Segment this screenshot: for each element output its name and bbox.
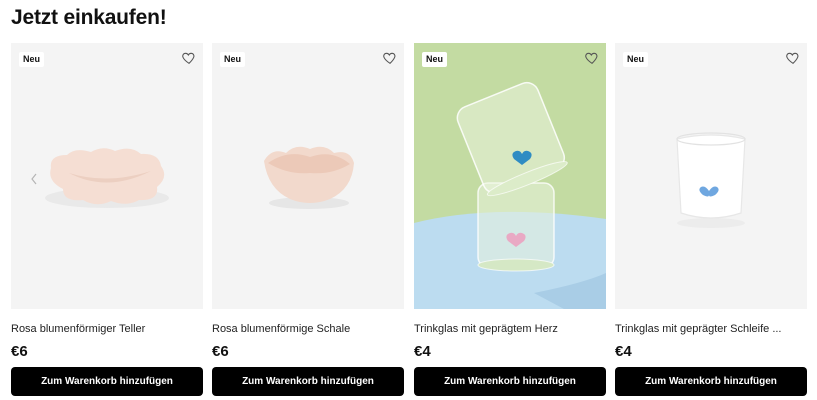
product-price: €4 <box>414 343 431 360</box>
heart-outline-icon[interactable] <box>181 50 197 66</box>
add-to-cart-button[interactable]: Zum Warenkorb hinzufügen <box>11 367 203 396</box>
heart-outline-icon[interactable] <box>785 50 801 66</box>
new-badge: Neu <box>422 52 448 67</box>
product-card-bowl: Neu Rosa blumenförmige Schale €6 Zum War… <box>212 43 404 398</box>
product-price: €4 <box>615 343 632 360</box>
heart-glass-illustration <box>414 81 606 309</box>
add-to-cart-button[interactable]: Zum Warenkorb hinzufügen <box>212 367 404 396</box>
product-name[interactable]: Trinkglas mit geprägter Schleife ... <box>615 323 807 335</box>
new-badge: Neu <box>623 52 649 67</box>
product-name[interactable]: Rosa blumenförmige Schale <box>212 323 404 335</box>
product-card-bow-glass: Neu Trinkglas mit geprägter Schleife ...… <box>615 43 807 398</box>
chevron-left-icon[interactable] <box>29 172 39 186</box>
product-image-plate[interactable]: Neu <box>11 43 203 309</box>
product-card-plate: Neu Rosa blumenförmiger Teller €6 Zum Wa… <box>11 43 203 398</box>
product-price: €6 <box>11 343 28 360</box>
add-to-cart-button[interactable]: Zum Warenkorb hinzufügen <box>615 367 807 396</box>
product-image-heart-glass[interactable]: Neu <box>414 43 606 309</box>
add-to-cart-button[interactable]: Zum Warenkorb hinzufügen <box>414 367 606 396</box>
plate-illustration <box>45 148 169 208</box>
heart-outline-icon[interactable] <box>382 50 398 66</box>
new-badge: Neu <box>220 52 246 67</box>
product-name[interactable]: Rosa blumenförmiger Teller <box>11 323 203 335</box>
bowl-illustration <box>264 146 354 209</box>
heart-outline-icon[interactable] <box>584 50 600 66</box>
product-image-bowl[interactable]: Neu <box>212 43 404 309</box>
bow-glass-illustration <box>676 132 746 228</box>
product-card-heart-glass: Neu Trinkglas mit geprägtem Herz €4 Zum … <box>414 43 606 398</box>
product-image-bow-glass[interactable]: Neu <box>615 43 807 309</box>
section-title: Jetzt einkaufen! <box>11 6 167 29</box>
product-name[interactable]: Trinkglas mit geprägtem Herz <box>414 323 606 335</box>
new-badge: Neu <box>19 52 45 67</box>
product-grid: Neu Rosa blumenförmiger Teller €6 Zum Wa… <box>11 43 808 398</box>
product-price: €6 <box>212 343 229 360</box>
